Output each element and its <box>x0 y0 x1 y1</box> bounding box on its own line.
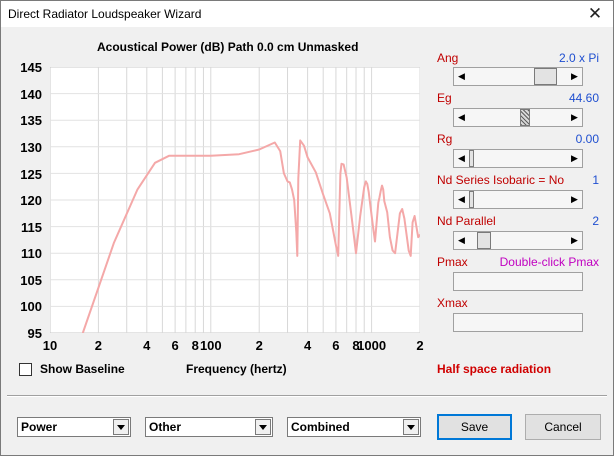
x-tick-label: 2 <box>416 338 424 353</box>
window-title: Direct Radiator Loudspeaker Wizard <box>8 7 202 21</box>
nd-series-slider[interactable]: ◀ ▶ <box>453 190 583 209</box>
source-combo[interactable]: Other <box>145 417 273 437</box>
show-baseline-label[interactable]: Show Baseline <box>40 362 125 376</box>
nd-parallel-right-arrow-icon[interactable]: ▶ <box>567 232 582 249</box>
rg-left-arrow-icon[interactable]: ◀ <box>454 150 469 167</box>
nd-series-value: 1 <box>592 173 599 187</box>
nd-series-left-arrow-icon[interactable]: ◀ <box>454 191 469 208</box>
ang-right-arrow-icon[interactable]: ▶ <box>567 68 582 85</box>
ang-left-arrow-icon[interactable]: ◀ <box>454 68 469 85</box>
x-tick-label: 1000 <box>357 338 387 353</box>
wizard-window: Direct Radiator Loudspeaker Wizard ✕ Aco… <box>0 0 614 456</box>
nd-parallel-slider[interactable]: ◀ ▶ <box>453 231 583 250</box>
y-tick-label: 130 <box>20 140 42 155</box>
eg-left-arrow-icon[interactable]: ◀ <box>454 109 469 126</box>
pmax-label: Pmax <box>437 255 468 269</box>
y-tick-label: 125 <box>20 167 42 182</box>
rg-slider-thumb[interactable] <box>469 150 474 167</box>
eg-right-arrow-icon[interactable]: ▶ <box>567 109 582 126</box>
ang-value: 2.0 x Pi <box>558 51 599 65</box>
radiation-status: Half space radiation <box>437 362 552 376</box>
y-tick-label: 145 <box>20 60 42 75</box>
frequency-response-plot <box>50 67 420 333</box>
show-baseline-checkbox[interactable] <box>19 363 32 376</box>
rg-right-arrow-icon[interactable]: ▶ <box>567 150 582 167</box>
rg-label: Rg <box>437 132 453 146</box>
nd-series-slider-thumb[interactable] <box>469 191 474 208</box>
y-tick-label: 120 <box>20 193 42 208</box>
mode-combo-value: Combined <box>291 420 350 434</box>
ang-slider-thumb[interactable] <box>534 68 558 85</box>
pmax-field[interactable] <box>453 272 583 291</box>
x-tick-label: 2 <box>94 338 102 353</box>
x-tick-label: 10 <box>42 338 58 353</box>
measure-combo[interactable]: Power <box>17 417 131 437</box>
y-tick-label: 140 <box>20 87 42 102</box>
y-tick-label: 105 <box>20 273 42 288</box>
nd-parallel-label: Nd Parallel <box>437 214 496 228</box>
mode-combo[interactable]: Combined <box>287 417 421 437</box>
y-tick-label: 100 <box>20 299 42 314</box>
xmax-label: Xmax <box>437 296 468 310</box>
separator <box>7 395 607 397</box>
chevron-down-icon[interactable] <box>255 419 271 435</box>
y-tick-label: 110 <box>21 246 42 261</box>
rg-value: 0.00 <box>575 132 599 146</box>
save-button[interactable]: Save <box>437 414 512 440</box>
chevron-down-icon[interactable] <box>403 419 419 435</box>
y-tick-label: 115 <box>21 220 42 235</box>
measure-combo-value: Power <box>21 420 58 434</box>
cancel-button[interactable]: Cancel <box>525 414 601 440</box>
eg-label: Eg <box>437 91 452 105</box>
ang-slider[interactable]: ◀ ▶ <box>453 67 583 86</box>
nd-parallel-slider-thumb[interactable] <box>477 232 492 249</box>
eg-value: 44.60 <box>568 91 599 105</box>
eg-slider[interactable]: ◀ ▶ <box>453 108 583 127</box>
pmax-value[interactable]: Double-click Pmax <box>491 255 599 269</box>
nd-series-right-arrow-icon[interactable]: ▶ <box>567 191 582 208</box>
plot-title: Acoustical Power (dB) Path 0.0 cm Unmask… <box>97 40 359 54</box>
nd-parallel-value: 2 <box>592 214 599 228</box>
rg-slider[interactable]: ◀ ▶ <box>453 149 583 168</box>
x-tick-label: 100 <box>199 338 222 353</box>
ang-label: Ang <box>437 51 459 65</box>
title-bar: Direct Radiator Loudspeaker Wizard ✕ <box>1 1 613 27</box>
nd-parallel-left-arrow-icon[interactable]: ◀ <box>454 232 469 249</box>
nd-series-label: Nd Series <box>437 173 490 187</box>
y-tick-label: 135 <box>20 113 42 128</box>
x-tick-label: 2 <box>255 338 263 353</box>
x-axis-label: Frequency (hertz) <box>186 362 287 376</box>
isobaric-label: Isobaric = No <box>493 173 565 187</box>
chevron-down-icon[interactable] <box>113 419 129 435</box>
source-combo-value: Other <box>149 420 182 434</box>
xmax-field[interactable] <box>453 313 583 332</box>
close-icon[interactable]: ✕ <box>583 3 607 25</box>
eg-slider-thumb[interactable] <box>520 109 531 126</box>
